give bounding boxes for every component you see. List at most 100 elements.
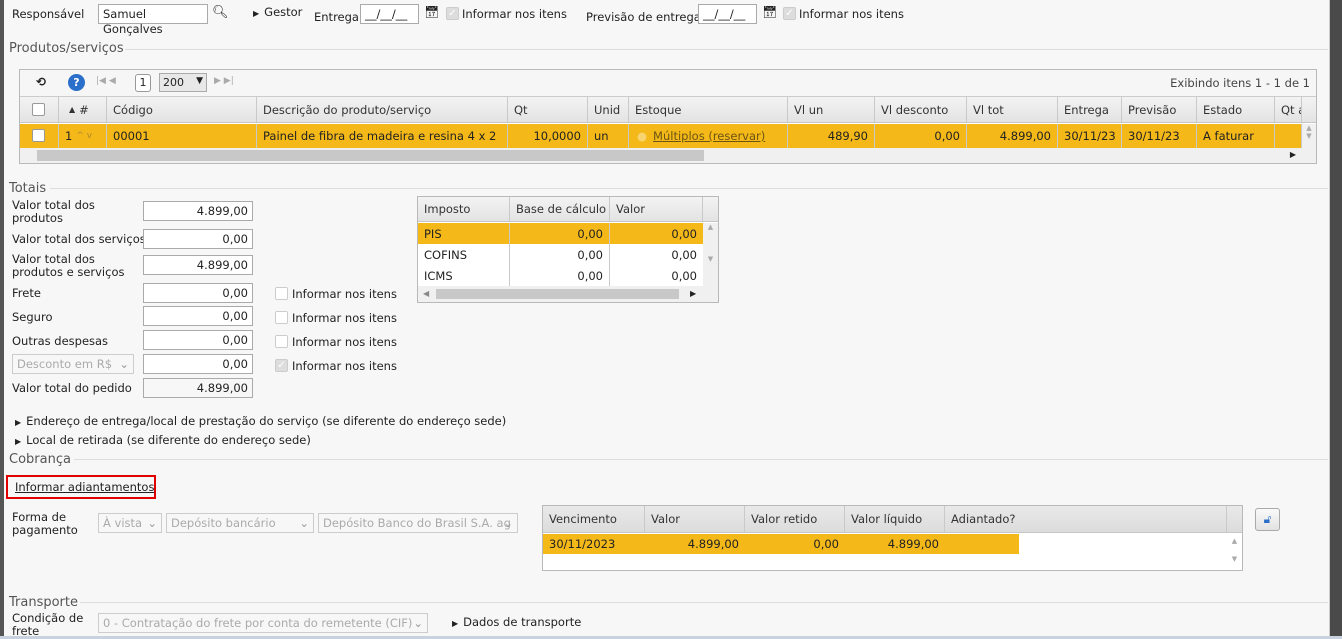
vertical-scrollbar[interactable]: ▲ ▼ — [1302, 124, 1316, 148]
horizontal-scrollbar[interactable]: ◀ ▶ — [418, 286, 718, 302]
totais-section-title: Totais — [9, 181, 47, 196]
horizontal-scrollbar[interactable]: ▶ — [20, 148, 1316, 163]
help-icon[interactable]: ? — [68, 74, 85, 91]
col-vencimento[interactable]: Vencimento — [543, 506, 645, 532]
col-codigo[interactable]: Código — [107, 97, 257, 122]
unlock-button[interactable]: 🔓︎ — [1255, 508, 1280, 531]
row-checkbox[interactable] — [32, 129, 45, 142]
frete-label: Frete — [12, 286, 41, 300]
estoque-link[interactable]: Múltiplos (reservar) — [653, 129, 765, 143]
next-page-icon[interactable]: ▶ ▶| — [214, 76, 234, 86]
col-valor-retido[interactable]: Valor retido — [745, 506, 845, 532]
table-row[interactable]: COFINS 0,00 0,00 — [418, 244, 703, 265]
outras-despesas-input[interactable]: 0,00 — [143, 330, 253, 350]
triangle-right-icon: ▶ — [15, 418, 22, 427]
forma-select[interactable]: À vista ⌄ — [98, 513, 162, 533]
table-row[interactable]: ICMS 0,00 0,00 — [418, 265, 703, 286]
condicao-frete-select[interactable]: 0 - Contratação do frete por conta do re… — [98, 613, 428, 633]
col-imposto[interactable]: Imposto — [418, 197, 510, 221]
chevron-down-icon: ⌄ — [299, 516, 309, 530]
impostos-grid: Imposto Base de cálculo Valor PIS 0,00 0,0… — [417, 196, 719, 303]
triangle-right-icon: ▶ — [15, 437, 22, 446]
grid-header: ▲ # Código Descrição do produto/serviço Q… — [20, 97, 1316, 123]
informar-checkbox[interactable]: ✓ — [783, 7, 796, 20]
tipo-pagamento-select[interactable]: Depósito bancário ⌄ — [166, 513, 314, 533]
col-descricao[interactable]: Descrição do produto/serviço — [257, 97, 508, 122]
total-produtos-input[interactable]: 4.899,00 — [143, 201, 253, 221]
right-scrollbar[interactable] — [1330, 0, 1342, 639]
reorder-icon[interactable]: ^ v — [76, 131, 92, 141]
seguro-input[interactable]: 0,00 — [143, 306, 253, 326]
col-adiantado[interactable]: Adiantado? — [945, 506, 1227, 532]
informar-checkbox[interactable]: ✓ — [446, 7, 459, 20]
outras-informar-checkbox[interactable] — [275, 335, 288, 348]
parcelas-grid: Vencimento Valor Valor retido Valor líqu… — [542, 505, 1243, 571]
previsao-input[interactable]: __/__/__ — [698, 4, 757, 24]
seguro-informar-checkbox[interactable] — [275, 311, 288, 324]
seguro-label: Seguro — [12, 310, 53, 324]
items-count: Exibindo itens 1 - 1 de 1 — [1170, 76, 1310, 90]
chevron-down-icon: ⌄ — [147, 516, 157, 530]
first-page-icon[interactable]: |◀ ◀ — [96, 76, 116, 86]
col-vl-desconto[interactable]: Vl desconto — [875, 97, 967, 122]
conta-select[interactable]: Depósito Banco do Brasil S.A. ag ⌄ — [318, 513, 518, 533]
vertical-scrollbar[interactable]: ▲ ▼ — [1227, 534, 1242, 570]
gestor-label: Gestor — [264, 5, 303, 19]
frete-input[interactable]: 0,00 — [143, 283, 253, 303]
frete-informar-checkbox[interactable] — [275, 287, 288, 300]
total-servicos-label: Valor total dos serviços — [12, 232, 146, 246]
calendar-icon[interactable]: 📅︎ — [424, 5, 439, 19]
dados-transporte-toggle[interactable]: ▶ Dados de transporte — [452, 616, 581, 630]
chevron-down-icon: ⌄ — [119, 357, 129, 371]
produtos-grid: ⟲ ? |◀ ◀ 1 200 ▼ ▶ ▶| Exibindo itens 1 - … — [19, 69, 1317, 164]
chevron-down-icon: ⌄ — [503, 516, 513, 530]
table-row[interactable]: 30/11/2023 4.899,00 0,00 4.899,00 — [543, 534, 1227, 554]
vertical-scrollbar[interactable]: ▲ ▼ — [703, 223, 718, 286]
total-prod-serv-input[interactable]: 4.899,00 — [143, 255, 253, 275]
col-qt-a[interactable]: Qt a — [1275, 97, 1302, 122]
total-servicos-input[interactable]: 0,00 — [143, 229, 253, 249]
dropdown-icon: ▼ — [196, 76, 203, 86]
table-row[interactable]: PIS 0,00 0,00 — [418, 223, 703, 244]
outras-despesas-label: Outras despesas — [12, 334, 109, 348]
col-qt[interactable]: Qt — [508, 97, 588, 122]
responsavel-input[interactable]: Samuel Gonçalves — [98, 4, 208, 36]
status-dot-icon: ● — [637, 129, 648, 143]
produtos-section-title: Produtos/serviços — [9, 41, 124, 56]
col-num[interactable]: ▲ # — [59, 97, 107, 122]
desconto-type-select[interactable]: Desconto em R$ ⌄ — [12, 354, 134, 374]
col-valor[interactable]: Valor — [610, 197, 703, 221]
col-base[interactable]: Base de cálculo — [510, 197, 610, 221]
transporte-section-title: Transporte — [9, 595, 78, 610]
forma-pagamento-label: Forma de pagamento — [12, 510, 78, 537]
total-prod-serv-label: Valor total dos produtos e serviços — [12, 252, 125, 279]
triangle-right-icon: ▶ — [253, 9, 260, 18]
col-entrega[interactable]: Entrega — [1058, 97, 1122, 122]
col-vl-un[interactable]: Vl un — [788, 97, 875, 122]
select-all-checkbox[interactable] — [32, 103, 45, 116]
informar-adiantamentos-link[interactable]: Informar adiantamentos — [15, 481, 154, 494]
triangle-right-icon: ▶ — [452, 619, 459, 628]
col-valor[interactable]: Valor — [645, 506, 745, 532]
endereco-entrega-toggle[interactable]: ▶ Endereço de entrega/local de prestação … — [15, 415, 506, 429]
search-icon[interactable]: 🔍︎ — [212, 5, 229, 20]
entrega-input[interactable]: __/__/__ — [360, 4, 419, 24]
col-estoque[interactable]: Estoque — [629, 97, 788, 122]
table-row[interactable]: 1 ^ v 00001 Painel de fibra de madeira e … — [20, 124, 1302, 148]
col-unid[interactable]: Unid — [588, 97, 629, 122]
local-retirada-toggle[interactable]: ▶ Local de retirada (se diferente do ende… — [15, 434, 311, 448]
col-estado[interactable]: Estado — [1197, 97, 1275, 122]
calendar-icon[interactable]: 📅︎ — [762, 5, 777, 19]
desconto-informar-checkbox[interactable]: ✓ — [275, 359, 288, 372]
refresh-icon[interactable]: ⟲ — [36, 75, 46, 89]
total-produtos-label: Valor total dos produtos — [12, 198, 95, 225]
gestor-toggle[interactable]: ▶ Gestor — [253, 6, 302, 20]
col-previsao[interactable]: Previsão — [1122, 97, 1197, 122]
condicao-frete-label: Condição de frete — [12, 611, 84, 638]
col-valor-liquido[interactable]: Valor líquido — [845, 506, 945, 532]
col-vl-tot[interactable]: Vl tot — [967, 97, 1058, 122]
page-size-select[interactable]: 200 ▼ — [159, 73, 207, 92]
desconto-input[interactable]: 0,00 — [143, 354, 253, 374]
page-input[interactable]: 1 — [135, 74, 151, 92]
grid-toolbar: ⟲ ? |◀ ◀ 1 200 ▼ ▶ ▶| Exibindo itens 1 - … — [20, 70, 1316, 97]
